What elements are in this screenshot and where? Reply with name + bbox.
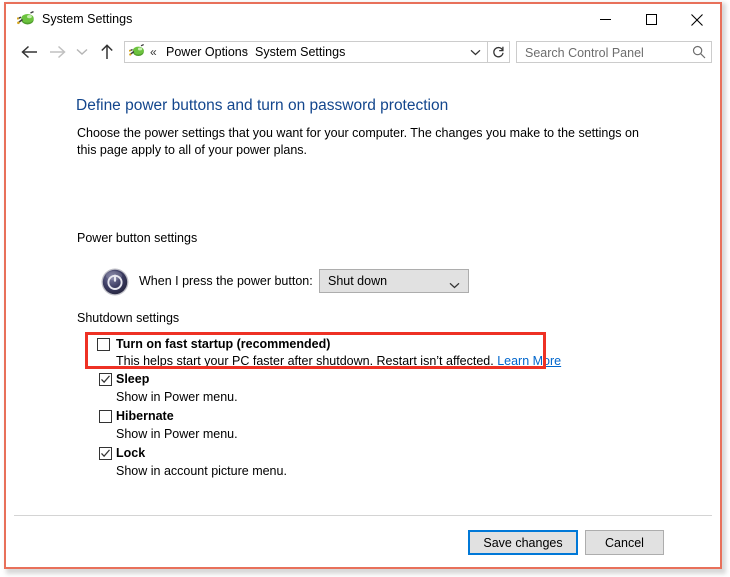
recent-locations-button[interactable]: [72, 36, 92, 68]
sleep-label[interactable]: Sleep: [116, 372, 149, 386]
power-button-settings-group-header: Power button settings: [77, 231, 657, 246]
sleep-checkbox[interactable]: [99, 373, 112, 386]
power-button-row-label: When I press the power button:: [139, 274, 313, 288]
page-description: Choose the power settings that you want …: [77, 126, 639, 157]
chevron-down-icon: [76, 48, 88, 55]
breadcrumb-system-settings[interactable]: System Settings: [255, 45, 345, 59]
hibernate-label[interactable]: Hibernate: [116, 409, 174, 423]
learn-more-link[interactable]: Learn More: [497, 354, 561, 368]
back-button[interactable]: [16, 36, 42, 68]
navigation-bar: « Power Options › System Settings: [6, 36, 720, 68]
sleep-description: Show in Power menu.: [116, 390, 238, 404]
page-title: Define power buttons and turn on passwor…: [76, 97, 449, 114]
system-settings-window: System Settings « Power Options › System…: [4, 2, 722, 569]
search-icon[interactable]: [692, 45, 706, 64]
fast-startup-label[interactable]: Turn on fast startup (recommended): [116, 337, 330, 351]
chevron-down-icon: [449, 276, 460, 294]
close-button[interactable]: [674, 4, 720, 35]
footer-divider: [14, 515, 712, 516]
breadcrumb-separator: ›: [244, 46, 248, 57]
address-dropdown-button[interactable]: [465, 42, 486, 62]
minimize-button[interactable]: [582, 4, 628, 35]
fast-startup-description: This helps start your PC faster after sh…: [116, 354, 561, 368]
minimize-icon: [599, 19, 611, 20]
shutdown-settings-group-header: Shutdown settings: [77, 311, 657, 326]
power-button-action-select[interactable]: Shut down: [319, 269, 469, 293]
power-button-settings-label: Power button settings: [77, 231, 205, 245]
lock-description: Show in account picture menu.: [116, 464, 287, 478]
lock-checkbox[interactable]: [99, 447, 112, 460]
screen: System Settings « Power Options › System…: [0, 0, 730, 577]
shutdown-settings-label: Shutdown settings: [77, 311, 187, 325]
power-options-icon: [16, 10, 35, 29]
search-box[interactable]: [516, 41, 712, 64]
window-title: System Settings: [42, 12, 133, 26]
caption-buttons: [582, 4, 720, 35]
lock-label[interactable]: Lock: [116, 446, 145, 460]
hibernate-description: Show in Power menu.: [116, 427, 238, 441]
fast-startup-description-text: This helps start your PC faster after sh…: [116, 354, 494, 368]
content-area: Define power buttons and turn on passwor…: [6, 68, 720, 515]
close-icon: [691, 13, 703, 26]
power-button-icon: [100, 267, 130, 297]
address-power-options-icon: [128, 43, 145, 60]
cancel-button[interactable]: Cancel: [585, 530, 664, 555]
hibernate-checkbox[interactable]: [99, 410, 112, 423]
up-button[interactable]: [94, 36, 120, 68]
refresh-icon: [493, 46, 504, 57]
checkmark-icon: [101, 375, 110, 384]
forward-arrow-icon: [49, 45, 66, 59]
up-arrow-icon: [101, 44, 113, 59]
breadcrumb-overflow[interactable]: «: [150, 45, 157, 59]
search-input[interactable]: [523, 42, 687, 64]
address-bar[interactable]: « Power Options › System Settings: [124, 41, 488, 63]
forward-button[interactable]: [44, 36, 70, 68]
refresh-button[interactable]: [488, 41, 510, 63]
power-button-action-value: Shut down: [328, 274, 388, 288]
maximize-icon: [645, 14, 657, 25]
title-bar: System Settings: [6, 4, 720, 36]
maximize-button[interactable]: [628, 4, 674, 35]
chevron-down-icon: [470, 49, 481, 55]
back-arrow-icon: [20, 45, 37, 59]
save-changes-button[interactable]: Save changes: [468, 530, 578, 555]
breadcrumb-power-options[interactable]: Power Options: [166, 45, 248, 59]
footer-bar: Save changes Cancel: [6, 515, 720, 567]
checkmark-icon: [101, 449, 110, 458]
fast-startup-checkbox[interactable]: [97, 338, 110, 351]
